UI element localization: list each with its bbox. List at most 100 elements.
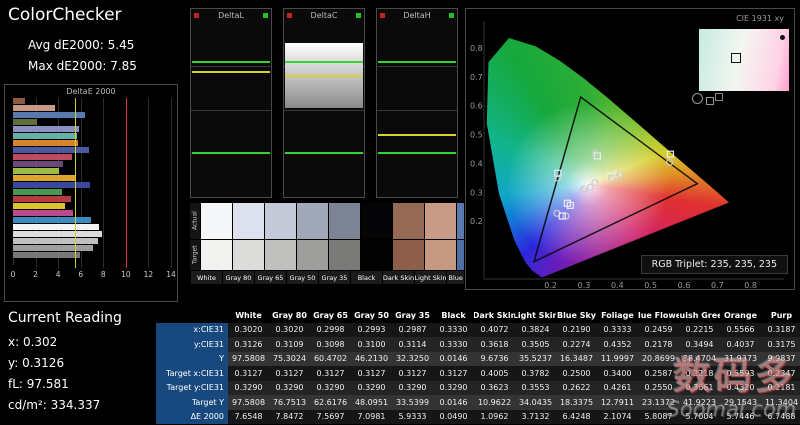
- table-cell: 76.7513: [272, 397, 307, 407]
- column-header: Gray 35: [392, 308, 433, 323]
- table-cell: 0.2550: [644, 383, 673, 393]
- de-bar: [13, 119, 37, 125]
- target-swatch: [329, 240, 360, 270]
- table-cell: 9.9837: [767, 354, 796, 364]
- de-bar-row: [13, 168, 171, 175]
- de-bar: [13, 217, 91, 223]
- inset-square-marker: [706, 97, 714, 105]
- table-cell: 11.9997: [600, 354, 635, 364]
- table-cell: 0.3127: [357, 368, 386, 378]
- meter-header: DeltaL: [191, 9, 271, 22]
- table-cell: 0.3824: [521, 325, 550, 335]
- de-bar-row: [13, 189, 171, 196]
- meter-label: DeltaH: [403, 11, 431, 20]
- row-label: Target y:CIE31: [156, 380, 228, 395]
- table-row: y:CIE31 0.3126 0.3109 0.3098 0.3100 0.3114 0.3…: [156, 337, 800, 352]
- table-cell: 35.5237: [518, 354, 553, 364]
- meter-header: DeltaC: [284, 9, 364, 22]
- table-cell: 0.2215: [685, 325, 714, 335]
- table-cell: 23.1372: [641, 397, 676, 407]
- swatch-row-target: Target: [190, 240, 464, 270]
- svg-text:0.5: 0.5: [470, 131, 483, 140]
- table-cell: 0.3330: [439, 339, 468, 349]
- table-cell: 0.2587: [644, 368, 673, 378]
- de-bar: [13, 210, 73, 216]
- target-swatch: [233, 240, 264, 270]
- table-cell: 0.5566: [726, 325, 755, 335]
- current-reading-title: Current Reading: [8, 310, 122, 326]
- de-bar-row: [13, 203, 171, 210]
- de-bar-row: [13, 133, 171, 140]
- svg-text:0.3: 0.3: [470, 188, 483, 197]
- table-cell: 0.2987: [398, 325, 427, 335]
- column-header: Gray 50: [351, 308, 392, 323]
- table-cell: 0.3290: [439, 383, 468, 393]
- target-line: [192, 151, 270, 154]
- target-swatch: [361, 240, 392, 270]
- de-bar: [13, 231, 102, 237]
- table-corner-cell: [156, 308, 228, 323]
- table-cell: 20.8699: [641, 354, 676, 364]
- target-line: [285, 60, 363, 63]
- table-cell: 0.0146: [439, 397, 468, 407]
- table-cell: 9.6736: [480, 354, 509, 364]
- row-label: Y: [156, 351, 228, 366]
- table-cell: 0.3618: [480, 339, 509, 349]
- delta-h-meter: DeltaH: [376, 8, 458, 198]
- results-table: White Gray 80 Gray 65 Gray 50 Gray 35 Black Da…: [156, 308, 800, 425]
- delta-e-bar-chart: DeltaE 2000 0 2 4 6 8 10 12 14: [4, 84, 178, 302]
- column-header: Light Skin: [515, 308, 556, 323]
- table-cell: 0.2500: [562, 368, 591, 378]
- table-cell: 0.3175: [767, 339, 796, 349]
- target-swatch: [201, 240, 232, 270]
- target-line: [192, 60, 270, 63]
- minus-marker-icon: [380, 13, 385, 18]
- axis-tick: 2: [33, 270, 38, 279]
- column-header: Foliage: [597, 308, 638, 323]
- table-cell: 16.3487: [559, 354, 594, 364]
- table-cell: 0.0146: [439, 354, 468, 364]
- table-cell: 1.0962: [480, 412, 509, 422]
- axis-tick: 8: [100, 270, 106, 279]
- table-cell: 0.3127: [275, 368, 304, 378]
- plus-marker-icon: [263, 13, 268, 18]
- table-cell: 6.4248: [562, 412, 591, 422]
- actual-swatch: [201, 203, 232, 239]
- actual-row-label: Actual: [190, 203, 200, 239]
- de-bar: [13, 154, 72, 160]
- table-cell: 0.3109: [275, 339, 304, 349]
- swatch-row-actual: Actual: [190, 203, 464, 239]
- table-cell: 0.3114: [398, 339, 427, 349]
- column-header: Blue Flower: [638, 308, 679, 323]
- de-bar-row: [13, 231, 171, 238]
- table-cell: 0.3505: [521, 339, 550, 349]
- meter-body: [284, 22, 364, 197]
- current-reading-panel: Current Reading x: 0.302 y: 0.3126 fL: 9…: [8, 310, 153, 419]
- de-bar: [13, 238, 99, 244]
- de-bar-row: [13, 210, 171, 217]
- de-bar-row: [13, 98, 171, 105]
- de-bar-row: [13, 238, 171, 245]
- axis-tick: 10: [121, 270, 131, 279]
- de-bar: [13, 252, 80, 258]
- meter-label: DeltaL: [218, 11, 244, 20]
- de-bar-row: [13, 140, 171, 147]
- svg-text:0.8: 0.8: [470, 44, 483, 53]
- svg-text:0.4: 0.4: [611, 281, 624, 290]
- table-cell: 7.5697: [316, 412, 345, 422]
- max-de2000-readout: Max dE2000: 7.85: [28, 59, 137, 73]
- table-row: Target x:CIE31 0.3127 0.3127 0.3127 0.3127 0.…: [156, 366, 800, 381]
- bar-chart-title: DeltaE 2000: [66, 87, 116, 96]
- table-cell: 0.3782: [521, 368, 550, 378]
- table-cell: 18.3375: [559, 397, 594, 407]
- table-cell: 3.7132: [521, 412, 550, 422]
- meter-header: DeltaH: [377, 9, 457, 22]
- de-bar-row: [13, 154, 171, 161]
- reading-y: y: 0.3126: [8, 356, 65, 370]
- table-cell: 6.7488: [767, 412, 796, 422]
- warning-line: [192, 71, 270, 73]
- delta-c-meter: DeltaC: [283, 8, 365, 198]
- table-cell: 0.3127: [439, 368, 468, 378]
- gamut-triangle: [532, 95, 699, 264]
- de-bar: [13, 147, 90, 153]
